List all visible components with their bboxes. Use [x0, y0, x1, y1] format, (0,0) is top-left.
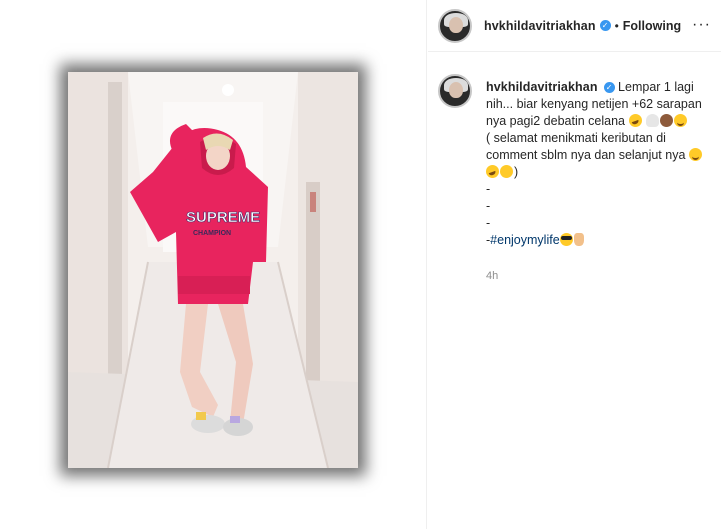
ghost-emoji-icon — [645, 114, 659, 127]
smile-emoji-icon — [673, 114, 687, 127]
instagram-post: SUPREME CHAMPION hvkhildavitriakhan ✓ • … — [0, 0, 721, 529]
caption-line-2-close: ) — [514, 165, 519, 179]
grin-emoji-icon — [688, 148, 702, 161]
monkey-emoji-icon — [659, 114, 673, 127]
caption-dash-2: - — [486, 199, 491, 213]
following-button[interactable]: Following — [623, 19, 681, 33]
post-header: hvkhildavitriakhan ✓ • Following ··· — [428, 0, 721, 52]
separator-dot: • — [614, 18, 619, 33]
rock-hand-emoji-icon — [573, 233, 584, 246]
hoodie-subprint-text: CHAMPION — [193, 230, 231, 237]
more-options-icon[interactable]: ··· — [692, 17, 711, 33]
wink-emoji-icon — [500, 165, 513, 178]
post-photo[interactable]: SUPREME CHAMPION — [68, 72, 358, 468]
post-time[interactable]: 4h — [486, 270, 498, 282]
caption-author-username[interactable]: hvkhildavitriakhan — [486, 80, 598, 94]
hashtag-link[interactable]: #enjoymylife — [490, 233, 559, 247]
rofl-emoji-icon — [628, 114, 642, 127]
caption-text: hvkhildavitriakhan ✓ Lempar 1 lagi nih...… — [486, 79, 704, 249]
photo-illustration: SUPREME CHAMPION — [68, 72, 358, 468]
sunglasses-emoji-icon — [559, 233, 573, 246]
caption-dash-1: - — [486, 182, 491, 196]
caption-author-avatar[interactable] — [438, 74, 472, 108]
caption-dash-3: - — [486, 216, 491, 230]
verified-badge-icon: ✓ — [603, 82, 615, 94]
author-username[interactable]: hvkhildavitriakhan — [484, 19, 596, 33]
post-media-panel: SUPREME CHAMPION — [0, 0, 427, 529]
rofl-emoji-icon — [486, 165, 499, 178]
verified-badge-icon: ✓ — [599, 20, 611, 31]
caption-line-2: ( selamat menikmati keributan di comment… — [486, 131, 686, 162]
hoodie-print-text: SUPREME — [186, 209, 260, 226]
post-sidebar: hvkhildavitriakhan ✓ • Following ··· hvk… — [428, 0, 721, 529]
author-avatar[interactable] — [438, 8, 472, 43]
